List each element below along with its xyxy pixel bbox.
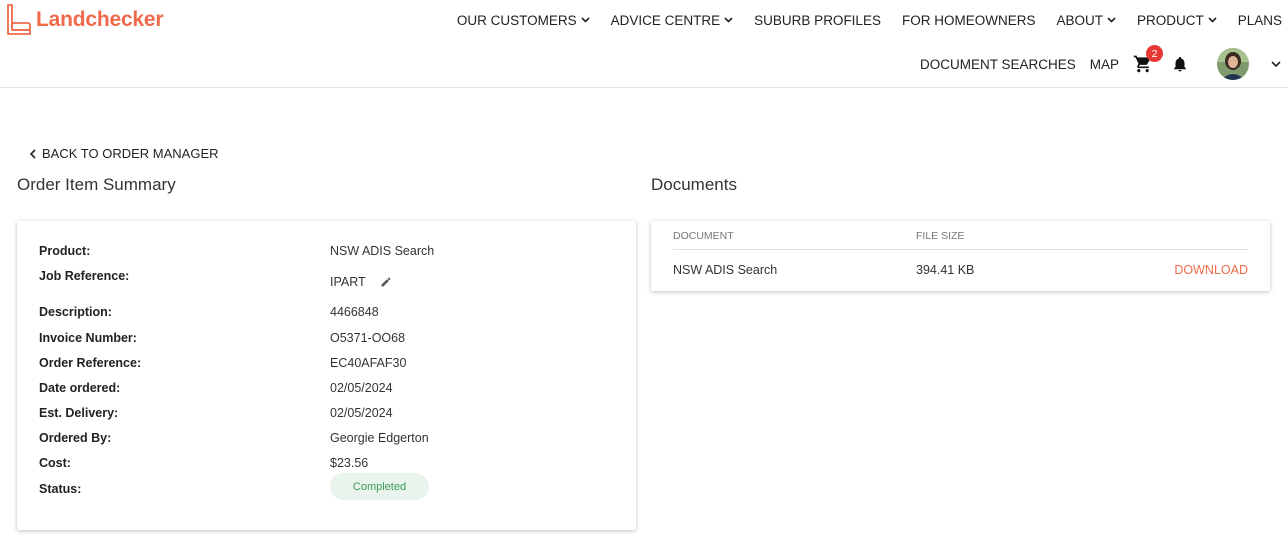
order-summary-card: Product: NSW ADIS Search Job Reference: … [17, 221, 636, 530]
field-value: 02/05/2024 [330, 406, 393, 420]
nav-plans[interactable]: PLANS [1238, 13, 1282, 28]
chevron-down-icon [724, 17, 733, 23]
download-link[interactable]: DOWNLOAD [1174, 263, 1248, 277]
back-to-order-manager-link[interactable]: BACK TO ORDER MANAGER [30, 146, 219, 161]
column-header-document: DOCUMENT [673, 230, 734, 242]
field-label: Description: [39, 305, 112, 319]
field-value: Georgie Edgerton [330, 431, 429, 445]
field-label: Ordered By: [39, 431, 112, 445]
user-avatar[interactable] [1217, 48, 1249, 80]
chevron-left-icon [30, 148, 36, 159]
table-row: NSW ADIS Search 394.41 KB DOWNLOAD [673, 263, 1248, 281]
nav-our-customers[interactable]: OUR CUSTOMERS [457, 13, 590, 28]
nav-label: SUBURB PROFILES [754, 12, 881, 28]
nav-label: FOR HOMEOWNERS [901, 12, 1036, 28]
field-label: Product: [39, 244, 91, 258]
field-value: 02/05/2024 [330, 381, 393, 395]
primary-nav: OUR CUSTOMERS ADVICE CENTRE SUBURB PROFI… [436, 10, 1288, 30]
back-link-label: BACK TO ORDER MANAGER [42, 146, 219, 161]
bell-icon [1174, 56, 1186, 72]
field-label: Job Reference: [39, 269, 130, 283]
nav-advice-centre[interactable]: ADVICE CENTRE [611, 13, 734, 28]
documents-card: DOCUMENT FILE SIZE NSW ADIS Search 394.4… [651, 221, 1270, 291]
logo-mark-icon [7, 4, 31, 35]
nav-label: ADVICE CENTRE [610, 12, 721, 28]
column-header-file-size: FILE SIZE [916, 230, 965, 242]
field-label: Cost: [39, 456, 71, 470]
field-label: Status: [39, 482, 82, 496]
nav-map[interactable]: MAP [1090, 57, 1119, 72]
field-value: NSW ADIS Search [330, 244, 435, 258]
nav-document-searches[interactable]: DOCUMENT SEARCHES [920, 57, 1076, 72]
nav-label: ABOUT [1056, 12, 1103, 28]
documents-title: Documents [651, 175, 737, 194]
nav-suburb-profiles[interactable]: SUBURB PROFILES [754, 13, 881, 28]
field-value: $23.56 [330, 456, 369, 470]
nav-label: MAP [1089, 56, 1119, 72]
nav-label: PRODUCT [1136, 12, 1204, 28]
chevron-down-icon[interactable] [1271, 61, 1281, 67]
brand-name: Landchecker [36, 8, 164, 31]
nav-label: OUR CUSTOMERS [456, 12, 577, 28]
documents-table-header: DOCUMENT FILE SIZE [673, 230, 1248, 250]
field-label: Order Reference: [39, 356, 142, 370]
field-value: EC40AFAF30 [330, 356, 407, 370]
pencil-edit-icon[interactable] [380, 276, 392, 288]
job-reference-value: IPART [330, 275, 366, 289]
chevron-down-icon [1208, 17, 1217, 23]
nav-about[interactable]: ABOUT [1056, 13, 1116, 28]
document-name: NSW ADIS Search [673, 263, 778, 277]
notifications-button[interactable] [1171, 54, 1189, 74]
field-value: O5371-OO68 [330, 331, 406, 345]
chevron-down-icon [1107, 17, 1116, 23]
document-file-size: 394.41 KB [916, 263, 975, 277]
field-value: 4466848 [330, 305, 379, 319]
nav-product[interactable]: PRODUCT [1137, 13, 1217, 28]
chevron-down-icon [581, 17, 590, 23]
nav-label: PLANS [1237, 12, 1282, 28]
brand-logo[interactable]: Landchecker [6, 4, 164, 36]
field-label: Date ordered: [39, 381, 121, 395]
top-header: Landchecker OUR CUSTOMERS ADVICE CENTRE … [0, 0, 1288, 88]
field-value: IPART [330, 275, 392, 289]
nav-label: DOCUMENT SEARCHES [919, 56, 1076, 72]
user-avatar-image [1217, 48, 1249, 80]
nav-for-homeowners[interactable]: FOR HOMEOWNERS [902, 13, 1036, 28]
field-label: Invoice Number: [39, 331, 137, 345]
field-label: Est. Delivery: [39, 406, 119, 420]
secondary-nav: DOCUMENT SEARCHES MAP 2 [906, 45, 1288, 80]
status-badge: Completed [330, 473, 429, 500]
cart-count-badge: 2 [1146, 45, 1163, 62]
cart-button[interactable]: 2 [1133, 45, 1163, 74]
order-item-summary-title: Order Item Summary [17, 175, 176, 194]
